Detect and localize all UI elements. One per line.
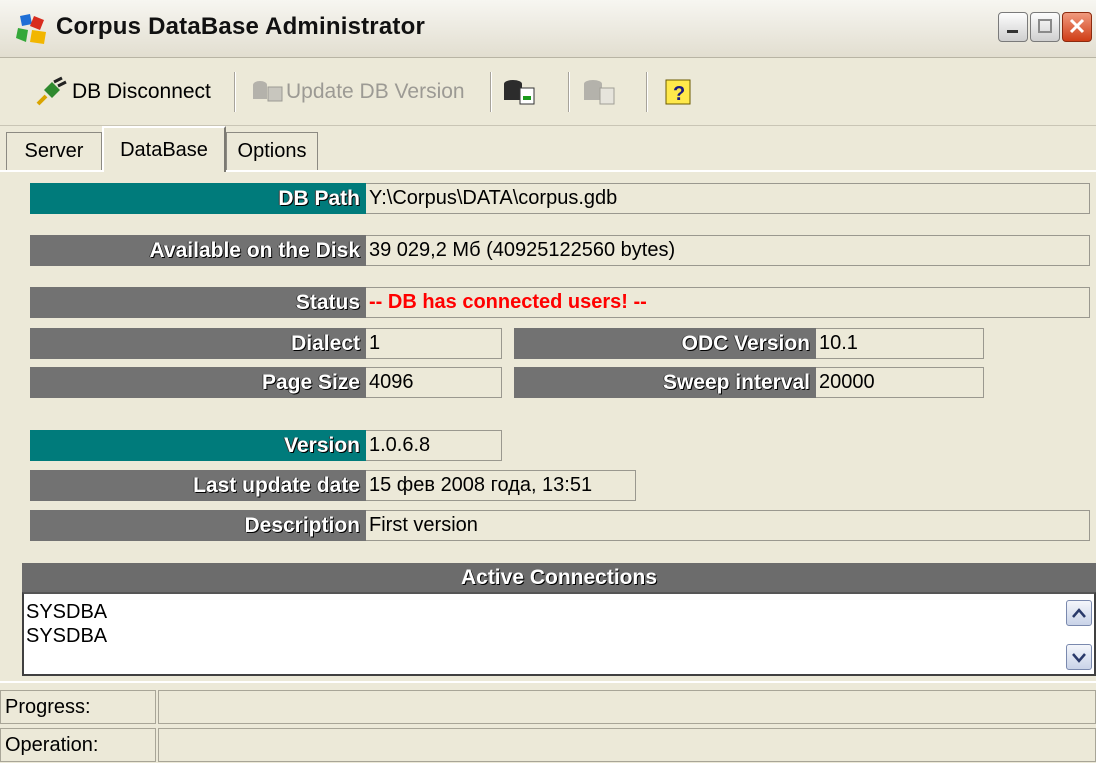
progress-label: Progress: bbox=[0, 690, 156, 724]
db-path-label: DB Path bbox=[30, 183, 366, 214]
available-disk-label: Available on the Disk bbox=[30, 235, 366, 266]
sweep-interval-label: Sweep interval bbox=[514, 367, 816, 398]
db-disconnect-button[interactable]: DB Disconnect bbox=[34, 74, 220, 110]
maximize-icon bbox=[1038, 19, 1052, 33]
scroll-down-button[interactable] bbox=[1066, 644, 1092, 670]
db-path-value: Y:\Corpus\DATA\corpus.gdb bbox=[366, 183, 1090, 214]
list-item[interactable]: SYSDBA bbox=[26, 624, 1094, 648]
db-restore-icon bbox=[584, 80, 615, 105]
last-update-label: Last update date bbox=[30, 470, 366, 501]
tab-strip: Server DataBase Options bbox=[0, 126, 1096, 172]
chevron-up-icon bbox=[1072, 608, 1086, 618]
odc-version-label: ODC Version bbox=[514, 328, 816, 359]
minimize-button[interactable] bbox=[998, 12, 1028, 42]
db-backup-button[interactable] bbox=[502, 74, 544, 110]
status-value: -- DB has connected users! -- bbox=[366, 287, 1090, 318]
chevron-down-icon bbox=[1072, 653, 1086, 663]
operation-value bbox=[158, 728, 1096, 762]
update-db-version-button[interactable]: Update DB Version bbox=[250, 74, 480, 110]
database-app-icon bbox=[16, 14, 46, 44]
odc-version-value: 10.1 bbox=[816, 328, 984, 359]
list-item[interactable]: SYSDBA bbox=[26, 600, 1094, 624]
toolbar: DB Disconnect Update DB Version ? bbox=[0, 58, 1096, 126]
tab-options[interactable]: Options bbox=[226, 132, 318, 170]
plug-icon bbox=[36, 76, 67, 106]
sweep-interval-value: 20000 bbox=[816, 367, 984, 398]
window-title: Corpus DataBase Administrator bbox=[56, 13, 425, 40]
active-connections-header: Active Connections bbox=[22, 563, 1096, 592]
page-size-value: 4096 bbox=[366, 367, 502, 398]
tab-server[interactable]: Server bbox=[6, 132, 102, 170]
available-disk-value: 39 029,2 Мб (40925122560 bytes) bbox=[366, 235, 1090, 266]
help-button[interactable]: ? bbox=[664, 74, 698, 110]
toolbar-separator bbox=[568, 72, 570, 112]
toolbar-separator bbox=[646, 72, 648, 112]
db-update-icon bbox=[253, 81, 283, 102]
title-bar: Corpus DataBase Administrator bbox=[0, 0, 1096, 58]
db-restore-button[interactable] bbox=[582, 74, 622, 110]
description-label: Description bbox=[30, 510, 366, 541]
last-update-value: 15 фев 2008 года, 13:51 bbox=[366, 470, 636, 501]
db-backup-icon bbox=[504, 80, 535, 105]
close-button[interactable] bbox=[1062, 12, 1092, 42]
progress-bar bbox=[158, 690, 1096, 724]
scroll-up-button[interactable] bbox=[1066, 600, 1092, 626]
help-icon: ? bbox=[665, 79, 691, 105]
toolbar-separator bbox=[234, 72, 236, 112]
toolbar-separator bbox=[490, 72, 492, 112]
db-disconnect-label: DB Disconnect bbox=[72, 80, 211, 103]
description-value: First version bbox=[366, 510, 1090, 541]
operation-label: Operation: bbox=[0, 728, 156, 762]
status-label: Status bbox=[30, 287, 366, 318]
statusbar-divider bbox=[0, 681, 1096, 683]
version-label: Version bbox=[30, 430, 366, 461]
active-connections-list[interactable]: SYSDBA SYSDBA bbox=[22, 592, 1096, 676]
svg-text:?: ? bbox=[673, 83, 685, 105]
dialect-label: Dialect bbox=[30, 328, 366, 359]
update-db-version-label: Update DB Version bbox=[286, 80, 465, 103]
minimize-icon bbox=[1007, 30, 1018, 33]
close-icon bbox=[1069, 18, 1085, 34]
page-size-label: Page Size bbox=[30, 367, 366, 398]
tab-database[interactable]: DataBase bbox=[102, 126, 226, 172]
version-value: 1.0.6.8 bbox=[366, 430, 502, 461]
maximize-button[interactable] bbox=[1030, 12, 1060, 42]
dialect-value: 1 bbox=[366, 328, 502, 359]
